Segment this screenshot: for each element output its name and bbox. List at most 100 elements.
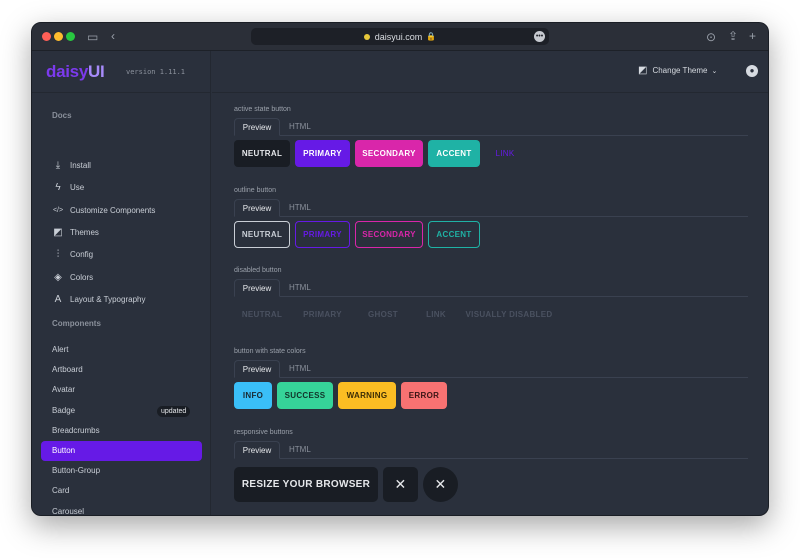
- url-text: daisyui.com: [374, 31, 423, 42]
- logo-part-2: UI: [87, 62, 105, 81]
- tab-preview[interactable]: Preview: [234, 118, 280, 136]
- sidebar-item-label: Install: [70, 160, 91, 170]
- sidebar-item-label: Layout & Typography: [70, 294, 146, 304]
- sidebar-item-label: Themes: [70, 227, 99, 237]
- code-tabs: Preview HTML: [234, 441, 748, 459]
- section-title: disabled button: [234, 267, 282, 274]
- tab-html[interactable]: HTML: [289, 118, 311, 136]
- neutral-button[interactable]: Neutral: [234, 140, 290, 167]
- sidebar-icon[interactable]: ▭: [87, 31, 98, 43]
- neutral-button[interactable]: Neutral: [234, 221, 290, 248]
- code-icon: </>: [52, 206, 64, 214]
- sidebar-item-colors[interactable]: ◈ Colors: [52, 267, 93, 287]
- neutral-button[interactable]: Neutral: [234, 301, 290, 328]
- ghost-button[interactable]: Ghost: [355, 301, 411, 328]
- error-button[interactable]: Error: [401, 382, 447, 409]
- resize-your-browser-button[interactable]: Resize your browser: [234, 467, 378, 502]
- address-bar[interactable]: daisyui.com 🔒 •••: [251, 28, 549, 45]
- bolt-icon: ϟ: [55, 181, 61, 193]
- success-button[interactable]: Success: [277, 382, 333, 409]
- info-button[interactable]: Info: [234, 382, 272, 409]
- main-content: active state button Preview HTML Neutral Pri…: [212, 93, 768, 515]
- primary-button[interactable]: Primary: [295, 140, 350, 167]
- maximize-window-button[interactable]: [66, 32, 75, 41]
- section-title: outline button: [234, 187, 277, 194]
- section-title: button with state colors: [234, 348, 306, 355]
- sidebar-item-carousel[interactable]: Carousel: [52, 504, 84, 515]
- sliders-icon: ⫶: [56, 248, 60, 260]
- link-button[interactable]: Link: [416, 301, 456, 328]
- download-icon[interactable]: ⊙: [706, 31, 716, 43]
- reader-mode-icon[interactable]: •••: [534, 31, 545, 42]
- secondary-button[interactable]: Secondary: [355, 221, 423, 248]
- code-tabs: Preview HTML: [234, 118, 748, 136]
- sidebar-item-breadcrumbs[interactable]: Breadcrumbs: [52, 423, 100, 439]
- swatch-icon: ◩: [638, 65, 648, 76]
- chevron-down-icon: ⌄: [711, 67, 718, 75]
- close-window-button[interactable]: [42, 32, 51, 41]
- sidebar-item-button-group[interactable]: Button-Group: [52, 463, 100, 479]
- sidebar-item-install[interactable]: ⤓ Install: [52, 155, 91, 175]
- section-title: active state button: [234, 106, 291, 113]
- sidebar-item-alert[interactable]: Alert: [52, 342, 68, 358]
- share-icon[interactable]: ⇪: [728, 30, 738, 42]
- lock-icon: 🔒: [426, 32, 437, 41]
- sidebar-item-artboard[interactable]: Artboard: [52, 362, 83, 378]
- tab-preview[interactable]: Preview: [234, 441, 280, 459]
- section-title: responsive buttons: [234, 429, 293, 436]
- tab-preview[interactable]: Preview: [234, 199, 280, 217]
- change-theme-button[interactable]: ◩ Change Theme ⌄: [638, 65, 717, 76]
- sidebar-item-config[interactable]: ⫶ Config: [52, 244, 93, 264]
- code-tabs: Preview HTML: [234, 279, 748, 297]
- sidebar-item-layout-typography[interactable]: A Layout & Typography: [52, 289, 146, 309]
- sidebar-item-label: Use: [70, 182, 85, 192]
- primary-button[interactable]: Primary: [295, 221, 350, 248]
- sidebar-item-themes[interactable]: ◩ Themes: [52, 222, 99, 242]
- accent-button[interactable]: Accent: [428, 140, 480, 167]
- close-icon-button[interactable]: ✕: [383, 467, 418, 502]
- code-tabs: Preview HTML: [234, 360, 748, 378]
- secondary-button[interactable]: Secondary: [355, 140, 423, 167]
- updated-badge: updated: [157, 405, 191, 417]
- sidebar-item-use[interactable]: ϟ Use: [52, 177, 84, 197]
- accent-button[interactable]: Accent: [428, 221, 480, 248]
- sidebar: daisyUI version 1.11.1 Docs ⤓ Install ϟ Use…: [32, 51, 211, 515]
- warning-button[interactable]: Warning: [338, 382, 396, 409]
- visually-disabled-button[interactable]: Visually disabled: [461, 301, 557, 328]
- primary-button[interactable]: Primary: [295, 301, 350, 328]
- sidebar-item-customize-components[interactable]: </> Customize Components: [52, 200, 155, 220]
- sidebar-header: daisyUI version 1.11.1: [32, 51, 211, 93]
- tab-html[interactable]: HTML: [289, 360, 311, 378]
- link-button[interactable]: Link: [485, 140, 525, 167]
- daisyui-logo[interactable]: daisyUI: [46, 62, 105, 82]
- docs-section-title: Docs: [52, 111, 72, 120]
- text-a-icon: A: [54, 293, 62, 305]
- swatch-icon: ◩: [53, 226, 63, 238]
- tab-preview[interactable]: Preview: [234, 279, 280, 297]
- paint-bucket-icon: ◈: [54, 271, 62, 283]
- github-icon[interactable]: ●: [746, 65, 758, 77]
- sidebar-item-label: Button: [52, 446, 76, 455]
- close-icon-button[interactable]: ✕: [423, 467, 458, 502]
- tab-html[interactable]: HTML: [289, 279, 311, 297]
- sidebar-item-label: Customize Components: [70, 205, 156, 215]
- tab-preview[interactable]: Preview: [234, 360, 280, 378]
- code-tabs: Preview HTML: [234, 199, 748, 217]
- tab-html[interactable]: HTML: [289, 199, 311, 217]
- site-favicon-icon: [363, 33, 370, 40]
- sidebar-item-card[interactable]: Card: [52, 483, 69, 499]
- version-label[interactable]: version 1.11.1: [126, 68, 185, 76]
- sidebar-item-label: Colors: [70, 272, 94, 282]
- sidebar-item-badge[interactable]: Badge: [52, 403, 75, 419]
- browser-window: ▭ ‹ daisyui.com 🔒 ••• ⊙ ⇪ + daisyUI vers…: [31, 22, 769, 516]
- change-theme-label: Change Theme: [652, 66, 708, 75]
- plus-icon[interactable]: +: [749, 30, 756, 42]
- minimize-window-button[interactable]: [54, 32, 63, 41]
- top-navbar: ◩ Change Theme ⌄ ●: [212, 51, 768, 93]
- sidebar-item-button-highlight[interactable]: Button: [41, 441, 202, 461]
- sidebar-item-label: Config: [70, 249, 94, 259]
- chevron-left-icon[interactable]: ‹: [111, 30, 115, 42]
- sidebar-item-avatar[interactable]: Avatar: [52, 382, 75, 398]
- logo-part-1: daisy: [46, 62, 88, 81]
- tab-html[interactable]: HTML: [289, 441, 311, 459]
